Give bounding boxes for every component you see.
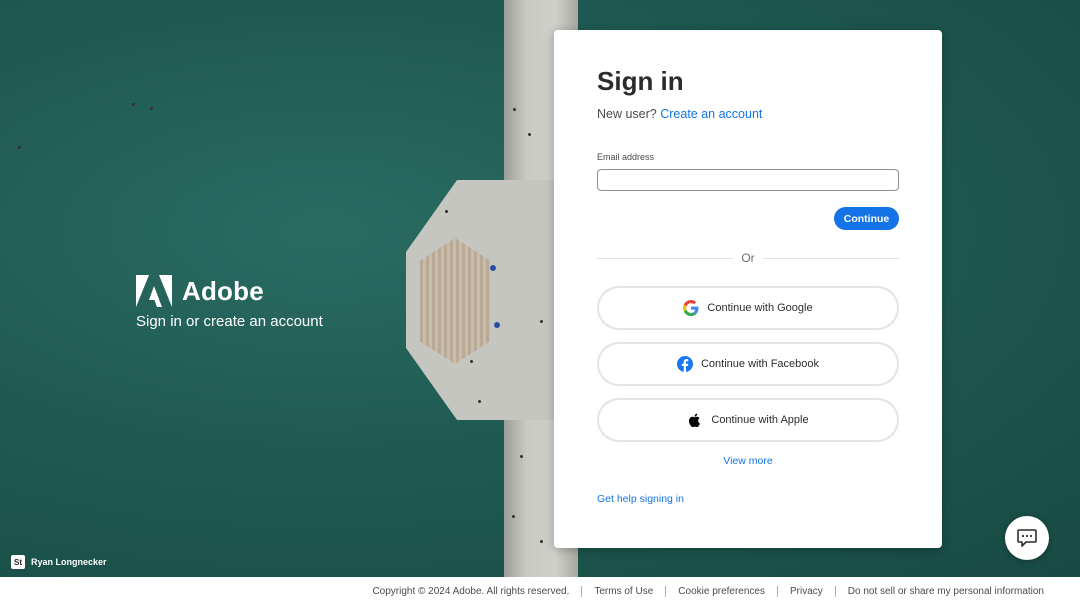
do-not-sell-link[interactable]: Do not sell or share my personal informa… (836, 586, 1056, 597)
facebook-button-label: Continue with Facebook (700, 358, 819, 370)
google-button-label: Continue with Google (707, 302, 813, 314)
new-user-text: New user? (597, 107, 657, 121)
apple-icon (689, 413, 701, 428)
brand-tagline: Sign in or create an account (136, 313, 323, 330)
page-title: Sign in (597, 66, 684, 96)
create-account-link[interactable]: Create an account (660, 107, 762, 121)
apple-button-label: Continue with Apple (711, 414, 809, 426)
pier-roof (420, 238, 490, 364)
photo-credit[interactable]: St Ryan Longnecker (11, 555, 107, 569)
terms-of-use-link[interactable]: Terms of Use (582, 586, 665, 597)
view-more-container: View more (554, 455, 942, 467)
new-user-prompt: New user? Create an account (597, 107, 762, 121)
copyright-text: Copyright © 2024 Adobe. All rights reser… (372, 586, 570, 597)
privacy-link[interactable]: Privacy (778, 586, 835, 597)
chat-icon (1017, 529, 1037, 547)
cookie-preferences-link[interactable]: Cookie preferences (666, 586, 777, 597)
continue-with-apple-button[interactable]: Continue with Apple (597, 398, 899, 442)
get-help-link[interactable]: Get help signing in (597, 493, 684, 505)
google-icon (683, 300, 699, 316)
view-more-link[interactable]: View more (723, 455, 772, 467)
email-field[interactable] (597, 169, 899, 191)
continue-with-google-button[interactable]: Continue with Google (597, 286, 899, 330)
divider-text: Or (741, 251, 755, 265)
facebook-icon (676, 356, 693, 372)
signin-card: Sign in New user? Create an account Emai… (554, 30, 942, 548)
chat-button[interactable] (1005, 516, 1049, 560)
stock-badge-icon: St (11, 555, 25, 569)
brand-name: Adobe (182, 275, 264, 306)
brand-block: Adobe Sign in or create an account (136, 275, 323, 330)
or-divider: Or (597, 251, 899, 265)
photographer-name: Ryan Longnecker (31, 557, 107, 567)
continue-button[interactable]: Continue (834, 207, 899, 230)
email-label: Email address (597, 152, 655, 162)
continue-with-facebook-button[interactable]: Continue with Facebook (597, 342, 899, 386)
adobe-logo-icon (136, 275, 172, 307)
footer: Copyright © 2024 Adobe. All rights reser… (0, 577, 1080, 606)
